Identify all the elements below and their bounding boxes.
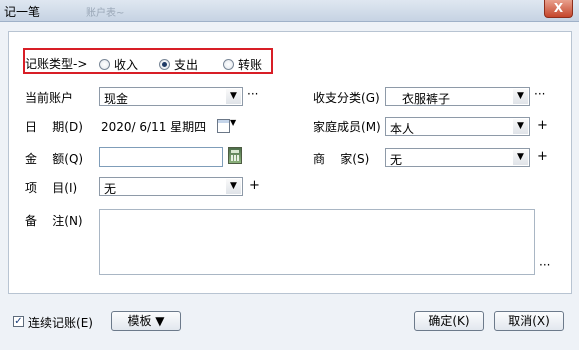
radio-expense-circle (159, 59, 170, 70)
background-window-text: 账户表~ (86, 8, 125, 19)
radio-income-label: 收入 (114, 58, 139, 72)
amount-label-wrap: 金 额(Q) (25, 150, 83, 167)
note-label: 备 注 (25, 214, 65, 228)
radio-income-circle (99, 59, 110, 70)
radio-transfer-label: 转账 (238, 58, 263, 72)
member-label: 家庭成员 (313, 120, 362, 134)
member-value: 本人 (390, 122, 415, 136)
continuous-shortcut: (E) (76, 316, 93, 330)
amount-label: 金 额 (25, 152, 65, 166)
chevron-down-icon: ▼ (226, 89, 241, 104)
chevron-down-icon: ▼ (513, 119, 528, 134)
category-more-button[interactable]: ··· (534, 87, 545, 101)
dialog-window: 记一笔 账户表~ X 记账类型-> 收入 支出 转账 当前账户 现金 ▼ ···… (0, 0, 579, 350)
category-value: 衣服裤子 (402, 92, 451, 106)
chevron-down-icon: ▼ (226, 179, 241, 194)
template-button[interactable]: 模板 ▼ (111, 311, 181, 331)
account-label: 当前账户 (25, 91, 74, 105)
radio-expense-label: 支出 (174, 58, 199, 72)
radio-transfer-circle (223, 59, 234, 70)
ok-button[interactable]: 确定(K) (414, 311, 484, 331)
category-label-wrap: 收支分类(G) (313, 89, 380, 106)
continuous-label-wrap: 连续记账(E) (28, 314, 93, 331)
date-label-wrap: 日 期(D) (25, 118, 83, 135)
member-shortcut: (M) (361, 120, 381, 134)
account-value: 现金 (104, 92, 129, 106)
note-more-button[interactable]: ··· (539, 258, 550, 272)
merchant-label-wrap: 商 家(S) (313, 150, 369, 167)
type-label: 记账类型-> (25, 57, 88, 71)
project-label-wrap: 项 目(I) (25, 179, 77, 196)
account-more-button[interactable]: ··· (247, 87, 258, 101)
account-select[interactable]: 现金 ▼ (99, 87, 243, 106)
merchant-label: 商 家 (313, 152, 353, 166)
amount-input[interactable] (99, 147, 223, 167)
radio-expense[interactable]: 支出 (159, 56, 198, 73)
note-label-wrap: 备 注(N) (25, 212, 83, 229)
merchant-value: 无 (390, 153, 403, 167)
cancel-button[interactable]: 取消(X) (494, 311, 564, 331)
member-label-wrap: 家庭成员(M) (313, 118, 381, 135)
category-select[interactable]: 衣服裤子 ▼ (385, 87, 530, 106)
calendar-icon[interactable] (217, 119, 230, 133)
merchant-select[interactable]: 无 ▼ (385, 148, 530, 167)
chevron-down-icon: ▼ (513, 150, 528, 165)
project-select[interactable]: 无 ▼ (99, 177, 243, 196)
date-dropdown-icon[interactable]: ▼ (230, 118, 236, 127)
continuous-label: 连续记账 (28, 316, 77, 330)
radio-transfer[interactable]: 转账 (223, 56, 262, 73)
date-shortcut: (D) (64, 120, 83, 134)
form-panel: 记账类型-> 收入 支出 转账 当前账户 现金 ▼ ··· 日 期(D) 202… (8, 31, 572, 294)
project-value: 无 (104, 182, 117, 196)
radio-income[interactable]: 收入 (99, 56, 138, 73)
member-add-button[interactable]: + (537, 118, 548, 133)
note-textarea[interactable] (99, 209, 535, 275)
member-select[interactable]: 本人 ▼ (385, 117, 530, 136)
chevron-down-icon: ▼ (513, 89, 528, 104)
calculator-icon[interactable] (228, 147, 242, 164)
project-label: 项 目 (25, 181, 65, 195)
date-value[interactable]: 2020/ 6/11 星期四 (101, 118, 206, 135)
close-button[interactable]: X (544, 0, 573, 18)
merchant-shortcut: (S) (352, 152, 370, 166)
project-add-button[interactable]: + (249, 178, 260, 193)
amount-shortcut: (Q) (64, 152, 84, 166)
continuous-checkbox[interactable]: ✓ (13, 316, 24, 327)
date-label: 日 期 (25, 120, 65, 134)
note-shortcut: (N) (64, 214, 83, 228)
category-label: 收支分类 (313, 91, 362, 105)
category-shortcut: (G) (361, 91, 380, 105)
title-bar[interactable]: 记一笔 账户表~ X (0, 0, 579, 22)
window-title: 记一笔 (4, 5, 41, 19)
project-shortcut: (I) (64, 181, 78, 195)
merchant-add-button[interactable]: + (537, 149, 548, 164)
